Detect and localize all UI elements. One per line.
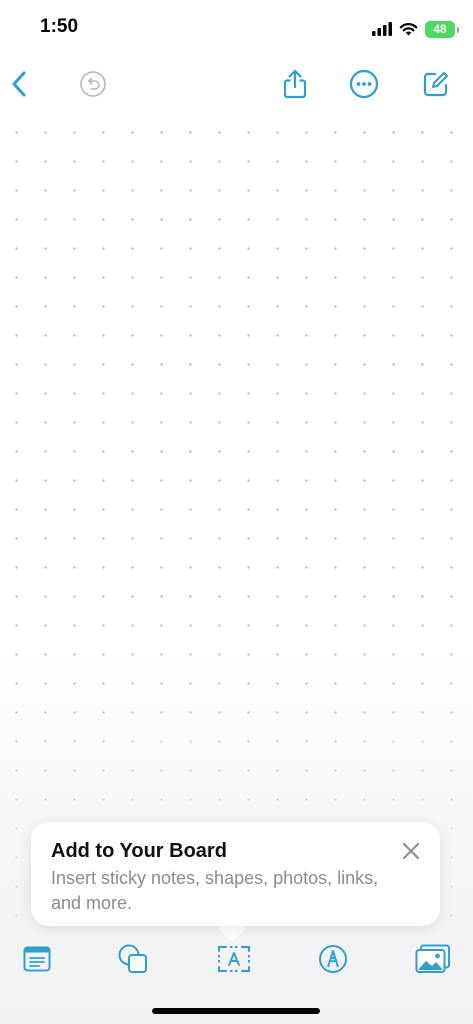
more-button[interactable]	[344, 64, 384, 104]
sticky-note-icon	[23, 946, 51, 972]
tip-title: Add to Your Board	[51, 840, 227, 862]
sticky-note-button[interactable]	[16, 938, 58, 980]
back-chevron-icon	[12, 71, 26, 97]
undo-button[interactable]	[73, 64, 113, 104]
home-indicator[interactable]	[152, 1008, 320, 1014]
shapes-icon	[118, 944, 147, 973]
shapes-button[interactable]	[112, 938, 154, 980]
bottom-toolbar	[0, 934, 473, 984]
status-icons: 48	[372, 18, 459, 40]
compose-button[interactable]	[416, 64, 456, 104]
pen-button[interactable]	[312, 938, 354, 980]
share-button[interactable]	[275, 64, 315, 104]
close-icon	[402, 842, 420, 860]
top-toolbar	[0, 56, 473, 112]
tip-close-button[interactable]	[396, 836, 426, 866]
text-box-icon	[218, 946, 250, 972]
undo-icon	[80, 71, 106, 97]
status-bar: 1:50 48	[0, 0, 473, 56]
tip-body: Insert sticky notes, shapes, photos, lin…	[51, 868, 379, 913]
text-box-button[interactable]	[213, 938, 255, 980]
battery-indicator: 48	[425, 20, 459, 38]
back-button[interactable]	[0, 64, 40, 104]
cellular-signal-icon	[372, 22, 392, 36]
pen-icon	[319, 945, 347, 973]
wifi-icon	[399, 23, 418, 36]
battery-level: 48	[433, 22, 447, 36]
photo-button[interactable]	[412, 938, 454, 980]
share-icon	[283, 69, 307, 99]
compose-icon	[423, 72, 448, 97]
photo-icon	[415, 944, 450, 973]
status-time: 1:50	[40, 16, 79, 37]
add-to-board-tip: Add to Your Board Insert sticky notes, s…	[31, 822, 440, 926]
more-icon	[349, 69, 379, 99]
